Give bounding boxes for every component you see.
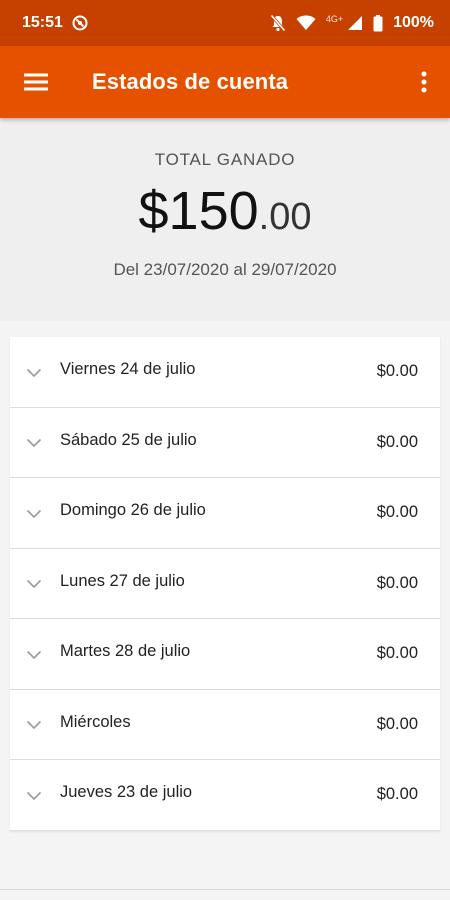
network-type-label: 4G+: [325, 14, 344, 24]
total-earned-amount: $150.00: [0, 184, 450, 238]
app-bar: Estados de cuenta: [0, 46, 450, 118]
battery-icon: [373, 14, 383, 32]
day-amount: $0.00: [376, 644, 418, 663]
daily-statements-list: Viernes 24 de julio $0.00 Sábado 25 de j…: [0, 321, 450, 831]
day-row-viernes[interactable]: Viernes 24 de julio $0.00: [10, 337, 440, 408]
menu-button[interactable]: [22, 68, 50, 96]
day-label: Sábado 25 de julio: [60, 430, 197, 449]
day-amount: $0.00: [376, 573, 418, 592]
chevron-down-icon: [24, 368, 44, 378]
day-label: Martes 28 de julio: [60, 642, 191, 661]
battery-percentage: 100%: [393, 14, 434, 31]
page-title: Estados de cuenta: [92, 69, 289, 94]
notifications-off-icon: [270, 14, 286, 32]
day-amount: $0.00: [376, 362, 418, 381]
overflow-menu-button[interactable]: [412, 62, 436, 102]
chevron-down-icon: [24, 791, 44, 801]
day-amount: $0.00: [376, 432, 418, 451]
day-row-martes[interactable]: Martes 28 de julio $0.00: [10, 619, 440, 690]
total-earned-label: TOTAL GANADO: [154, 150, 296, 169]
status-bar: 15:51 4G+ 100%: [0, 0, 450, 46]
hamburger-menu-icon: [24, 73, 48, 91]
earnings-summary: TOTAL GANADO $150.00 Del 23/07/2020 al 2…: [0, 118, 450, 321]
data-saver-icon: [71, 14, 89, 32]
wifi-icon: [296, 15, 316, 31]
day-row-domingo[interactable]: Domingo 26 de julio $0.00: [10, 478, 440, 549]
chevron-down-icon: [24, 650, 44, 660]
chevron-down-icon: [24, 579, 44, 589]
day-row-jueves[interactable]: Jueves 23 de julio $0.00: [10, 760, 440, 831]
day-row-sabado[interactable]: Sábado 25 de julio $0.00: [10, 407, 440, 478]
day-label: Jueves 23 de julio: [60, 783, 193, 802]
day-amount: $0.00: [376, 714, 418, 733]
cell-signal-icon: [347, 15, 363, 31]
day-row-lunes[interactable]: Lunes 27 de julio $0.00: [10, 548, 440, 619]
day-row-miercoles[interactable]: Miércoles $0.00: [10, 689, 440, 760]
date-range: Del 23/07/2020 al 29/07/2020: [113, 260, 337, 279]
day-label: Viernes 24 de julio: [60, 360, 196, 379]
day-label: Lunes 27 de julio: [60, 571, 185, 590]
amount-decimal: .00: [258, 196, 312, 238]
day-label: Domingo 26 de julio: [60, 501, 206, 520]
chevron-down-icon: [24, 438, 44, 448]
day-amount: $0.00: [376, 785, 418, 804]
chevron-down-icon: [24, 509, 44, 519]
amount-integer: $150: [138, 181, 259, 241]
day-amount: $0.00: [376, 503, 418, 522]
chevron-down-icon: [24, 720, 44, 730]
bottom-divider: [0, 889, 450, 890]
day-label: Miércoles: [60, 712, 131, 731]
status-time: 15:51: [22, 14, 63, 31]
more-vert-icon: [421, 71, 427, 93]
